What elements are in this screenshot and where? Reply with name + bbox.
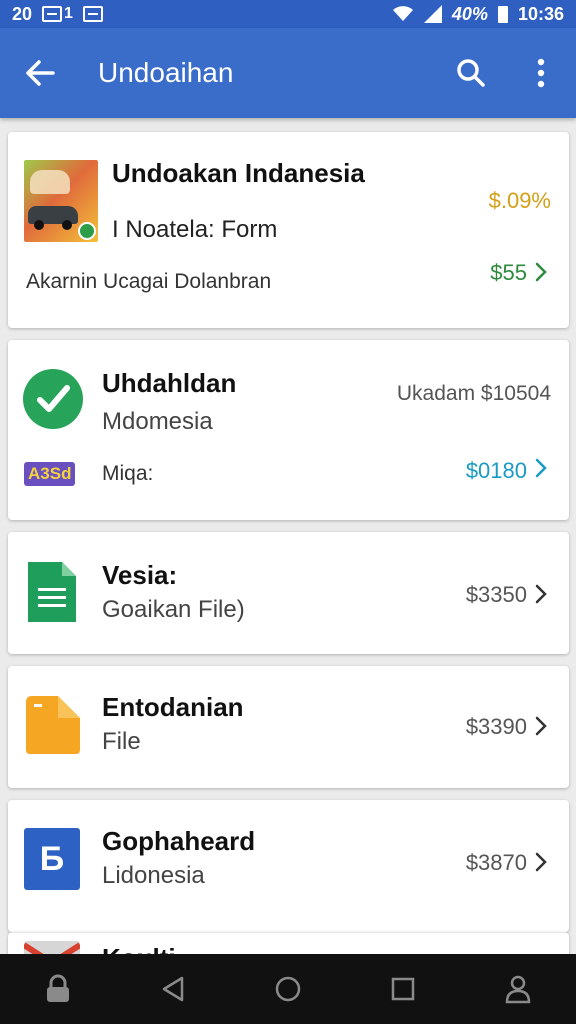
arrow-left-icon: [26, 60, 55, 86]
status-clock: 10:36: [517, 3, 564, 24]
item-price: $3870: [465, 850, 527, 875]
list-item[interactable]: Koulti: [8, 932, 569, 954]
signal-icon: [423, 5, 442, 23]
item-title: Uhdahldan: [102, 368, 237, 398]
navigation-bar: [0, 954, 576, 1024]
item-subtitle: I Noatela: Form: [112, 216, 278, 243]
item-detail: Akarnin Ucagai Dolanbran: [26, 270, 272, 293]
nav-lock-button[interactable]: [28, 959, 88, 1019]
folder-icon: [26, 696, 80, 754]
letter-b-icon: Б: [24, 828, 80, 890]
chevron-right-icon: [535, 852, 547, 872]
battery-percent: 40%: [451, 3, 488, 24]
item-badge: A3Sd: [24, 462, 76, 486]
lock-icon: [46, 974, 69, 1002]
search-button[interactable]: [436, 28, 506, 118]
back-button[interactable]: [0, 28, 80, 118]
page-title: Undoaihan: [98, 57, 234, 88]
sim-box-icon: [42, 6, 63, 22]
gmail-icon: [24, 941, 80, 954]
item-subtitle: Lidonesia: [102, 862, 205, 889]
more-options-button[interactable]: [506, 28, 576, 118]
carrier-label: 1: [64, 5, 73, 22]
item-title: Vesia:: [102, 560, 178, 590]
sim-icon: 1: [42, 5, 73, 23]
status-left: 20 1: [12, 4, 103, 25]
list-item[interactable]: Undoakan Indanesia I Noatela: Form Akarn…: [8, 132, 569, 328]
item-price: $3390: [465, 714, 527, 739]
list-item[interactable]: Entodanian File $3390: [8, 666, 569, 788]
chevron-right-icon: [535, 458, 547, 478]
search-icon: [457, 59, 485, 87]
chevron-right-icon: [535, 584, 547, 604]
item-list: Undoakan Indanesia I Noatela: Form Akarn…: [0, 118, 576, 954]
item-title: Entodanian: [102, 692, 244, 722]
item-subtitle: Mdomesia: [102, 408, 213, 435]
wifi-icon: [392, 6, 413, 21]
nav-recents-button[interactable]: [373, 959, 433, 1019]
item-subtitle: File: [102, 728, 141, 755]
more-vert-icon: [537, 58, 545, 88]
person-icon: [506, 975, 531, 1004]
item-percent: $.09%: [488, 188, 551, 213]
app-bar: Undoaihan: [0, 28, 576, 118]
nav-back-button[interactable]: [143, 959, 203, 1019]
battery-icon: [497, 5, 508, 23]
item-price: $3350: [465, 582, 527, 607]
back-triangle-icon: [162, 976, 184, 1002]
status-bar: 20 1 40% 10:36: [0, 0, 576, 28]
home-circle-icon: [275, 976, 301, 1002]
item-title: Gophaheard: [102, 826, 256, 856]
item-title: Koulti: [102, 943, 176, 954]
chevron-right-icon: [535, 716, 547, 736]
check-circle-icon: [23, 369, 83, 429]
item-price: $55: [490, 260, 527, 285]
document-icon: [28, 562, 76, 622]
item-title: Undoakan Indanesia: [112, 158, 365, 188]
item-badge-label: Miqa:: [102, 462, 154, 485]
list-item[interactable]: Vesia: Goaikan File) $3350: [8, 532, 569, 654]
recents-square-icon: [391, 977, 415, 1001]
status-time-left: 20: [12, 3, 33, 24]
nav-home-button[interactable]: [258, 959, 318, 1019]
icon-letter: Б: [39, 839, 65, 878]
nav-profile-button[interactable]: [488, 959, 548, 1019]
list-item[interactable]: Б Gophaheard Lidonesia $3870: [8, 800, 569, 932]
chevron-right-icon: [535, 262, 547, 282]
item-price: $0180: [465, 458, 527, 483]
photo-thumbnail-icon: [24, 160, 98, 242]
status-right: 40% 10:36: [392, 4, 564, 25]
notification-icon: [82, 6, 103, 22]
item-subtitle: Goaikan File): [102, 596, 245, 623]
list-item[interactable]: Uhdahldan Mdomesia Ukadam $10504 A3Sd Mi…: [8, 340, 569, 520]
item-label-right: Ukadam $10504: [396, 382, 551, 405]
